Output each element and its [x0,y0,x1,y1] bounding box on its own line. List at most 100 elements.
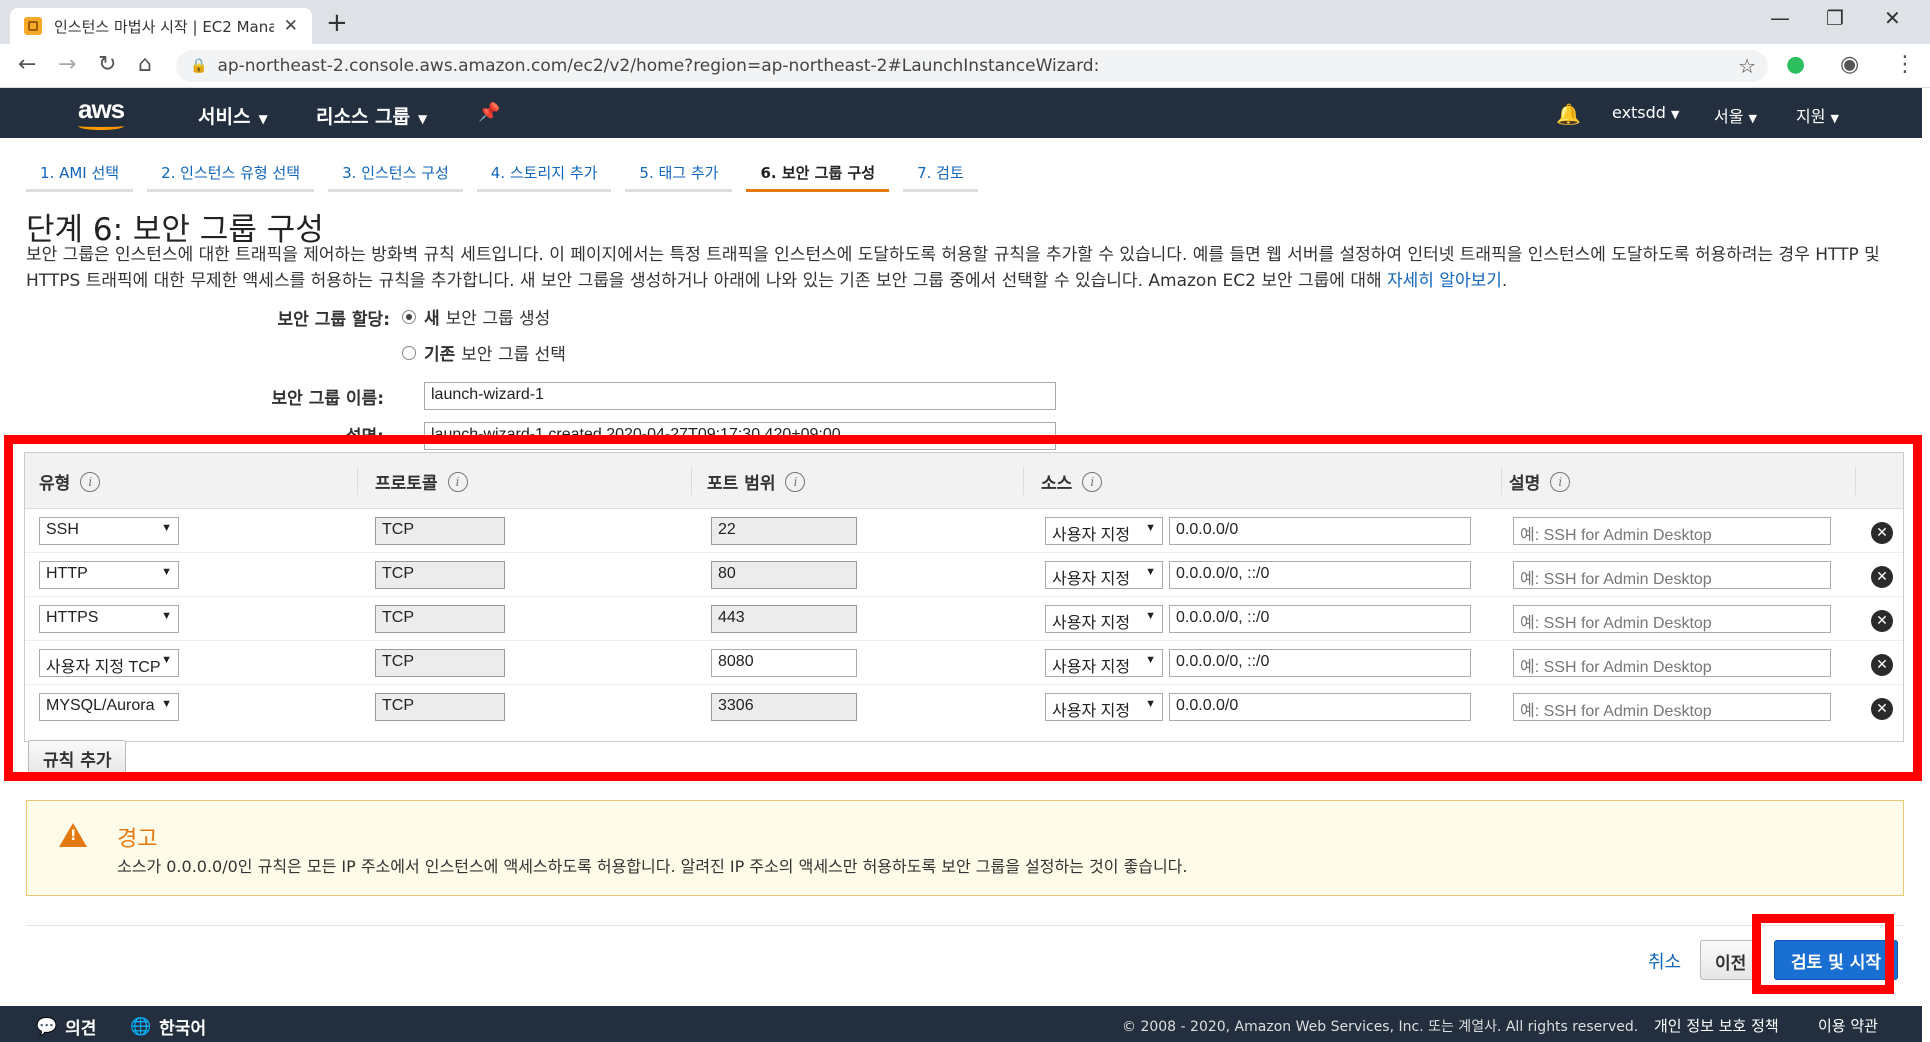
evernote-extension-icon[interactable]: ● [1786,52,1805,77]
dropdown-arrow-icon: ▼ [161,522,172,534]
source-type-select[interactable]: 사용자 지정 ▼ [1045,649,1163,677]
info-icon[interactable]: i [80,471,101,492]
url-text: ap-northeast-2.console.aws.amazon.com/ec… [217,56,1100,76]
aws-favicon-icon [24,17,42,35]
source-input[interactable]: 0.0.0.0/0, ::/0 [1169,649,1471,677]
cancel-link[interactable]: 취소 [1648,948,1681,974]
support-menu[interactable]: 지원 ▼ [1796,103,1839,127]
wizard-steps: 1. AMI 선택 2. 인스턴스 유형 선택 3. 인스턴스 구성 4. 스토… [26,150,992,192]
browser-tab-strip: 인스턴스 마법사 시작 | EC2 Management Console ✕ +… [0,0,1930,44]
close-tab-icon[interactable]: ✕ [284,16,298,36]
notification-bell-icon[interactable]: 🔔 [1556,102,1581,126]
rule-description-input[interactable]: 예: SSH for Admin Desktop [1513,517,1831,545]
source-type-select[interactable]: 사용자 지정 ▼ [1045,605,1163,633]
step-ami[interactable]: 1. AMI 선택 [26,150,134,192]
globe-icon: 🌐 [130,1016,152,1037]
privacy-policy-link[interactable]: 개인 정보 보호 정책 [1654,1015,1779,1036]
column-divider [1501,467,1502,495]
sg-name-input[interactable]: launch-wizard-1 [424,382,1056,410]
delete-rule-icon[interactable]: ✕ [1871,566,1893,588]
radio-new-sg[interactable]: 새 보안 그룹 생성 [402,304,550,329]
review-and-launch-button[interactable]: 검토 및 시작 [1774,940,1898,980]
assign-sg-label: 보안 그룹 할당: [277,310,390,330]
source-type-select[interactable]: 사용자 지정 ▼ [1045,693,1163,721]
radio-existing-sg[interactable]: 기존 보안 그룹 선택 [402,340,566,365]
step-instance-type[interactable]: 2. 인스턴스 유형 선택 [147,150,315,192]
source-input[interactable]: 0.0.0.0/0 [1169,517,1471,545]
info-icon[interactable]: i [785,471,806,492]
delete-rule-icon[interactable]: ✕ [1871,654,1893,676]
divider [26,925,1904,926]
home-icon[interactable]: ⌂ [138,52,152,77]
table-row: MYSQL/Aurora ▼ TCP 3306 사용자 지정 ▼ 0.0.0.0/0… [25,685,1903,729]
source-input[interactable]: 0.0.0.0/0, ::/0 [1169,605,1471,633]
step-review[interactable]: 7. 검토 [903,150,978,192]
protocol-field: TCP [375,693,505,721]
rule-description-input[interactable]: 예: SSH for Admin Desktop [1513,561,1831,589]
warning-alert: ! 경고 소스가 0.0.0.0/0인 규칙은 모든 IP 주소에서 인스턴스에… [26,800,1904,896]
col-description-header: 설명 i [1509,469,1571,494]
terms-link[interactable]: 이용 약관 [1818,1015,1878,1036]
add-rule-button[interactable]: 규칙 추가 [28,740,127,776]
browser-tab[interactable]: 인스턴스 마법사 시작 | EC2 Management Console ✕ [10,8,312,44]
delete-rule-icon[interactable]: ✕ [1871,522,1893,544]
type-select[interactable]: SSH ▼ [39,517,179,545]
lock-icon: 🔒 [190,58,208,74]
warning-icon: ! [59,823,87,847]
address-bar-row: ← → ↻ ⌂ 🔒 ap-northeast-2.console.aws.ama… [0,44,1930,88]
type-select[interactable]: HTTP ▼ [39,561,179,589]
close-window-icon[interactable]: ✕ [1884,6,1901,30]
forward-icon[interactable]: → [58,52,76,77]
dropdown-arrow-icon: ▼ [1145,566,1156,578]
back-icon[interactable]: ← [18,52,36,77]
reload-icon[interactable]: ↻ [98,52,116,77]
feedback-link[interactable]: 💬 의견 [36,1014,96,1040]
aws-logo[interactable]: aws [78,94,125,125]
services-menu[interactable]: 서비스 ▼ [198,102,268,129]
region-menu[interactable]: 서울 ▼ [1714,103,1757,127]
delete-rule-icon[interactable]: ✕ [1871,698,1893,720]
warning-title: 경고 [117,827,158,852]
minimize-icon[interactable]: — [1770,6,1790,30]
dropdown-arrow-icon: ▼ [1145,654,1156,666]
url-input[interactable]: 🔒 ap-northeast-2.console.aws.amazon.com/… [176,50,1768,82]
info-icon[interactable]: i [1082,471,1103,492]
rule-description-input[interactable]: 예: SSH for Admin Desktop [1513,649,1831,677]
new-tab-icon[interactable]: + [326,8,348,38]
inbound-rules-table: 유형 i 프로토콜 i 포트 범위 i 소스 i 설명 i SSH ▼ TCP 22 사용자… [24,452,1904,742]
step-configure-instance[interactable]: 3. 인스턴스 구성 [328,150,463,192]
chat-bubble-icon: 💬 [36,1016,58,1037]
account-menu[interactable]: extsdd ▼ [1612,103,1680,122]
learn-more-link[interactable]: 자세히 알아보기 [1387,271,1502,291]
protocol-field: TCP [375,561,505,589]
delete-rule-icon[interactable]: ✕ [1871,610,1893,632]
warning-message: 소스가 0.0.0.0/0인 규칙은 모든 IP 주소에서 인스턴스에 액세스하… [117,857,1188,876]
source-type-select[interactable]: 사용자 지정 ▼ [1045,561,1163,589]
rule-description-input[interactable]: 예: SSH for Admin Desktop [1513,605,1831,633]
sg-name-label: 보안 그룹 이름: [271,389,384,409]
source-input[interactable]: 0.0.0.0/0, ::/0 [1169,561,1471,589]
step-add-tags[interactable]: 5. 태그 추가 [625,150,733,192]
info-icon[interactable]: i [447,471,468,492]
language-selector[interactable]: 🌐 한국어 [130,1014,206,1040]
type-select[interactable]: HTTPS ▼ [39,605,179,633]
port-field: 443 [711,605,857,633]
profile-icon[interactable]: ◉ [1840,52,1859,77]
source-type-select[interactable]: 사용자 지정 ▼ [1045,517,1163,545]
resource-groups-menu[interactable]: 리소스 그룹 ▼ [316,102,427,129]
source-input[interactable]: 0.0.0.0/0 [1169,693,1471,721]
step-add-storage[interactable]: 4. 스토리지 추가 [476,150,612,192]
chevron-down-icon: ▼ [418,112,428,126]
previous-button[interactable]: 이전 [1700,940,1760,980]
bookmark-star-icon[interactable]: ☆ [1738,54,1756,78]
step-security-group[interactable]: 6. 보안 그룹 구성 [746,150,890,192]
pin-icon[interactable]: 📌 [478,102,500,123]
rule-description-input[interactable]: 예: SSH for Admin Desktop [1513,693,1831,721]
type-select[interactable]: MYSQL/Aurora ▼ [39,693,179,721]
type-select[interactable]: 사용자 지정 TCP ▼ [39,649,179,677]
port-input[interactable]: 8080 [711,649,857,677]
more-menu-icon[interactable]: ⋮ [1894,52,1916,77]
sg-desc-input[interactable]: launch-wizard-1 created 2020-04-27T09:17… [424,422,1056,450]
info-icon[interactable]: i [1550,471,1571,492]
restore-icon[interactable]: ❐ [1826,6,1844,30]
